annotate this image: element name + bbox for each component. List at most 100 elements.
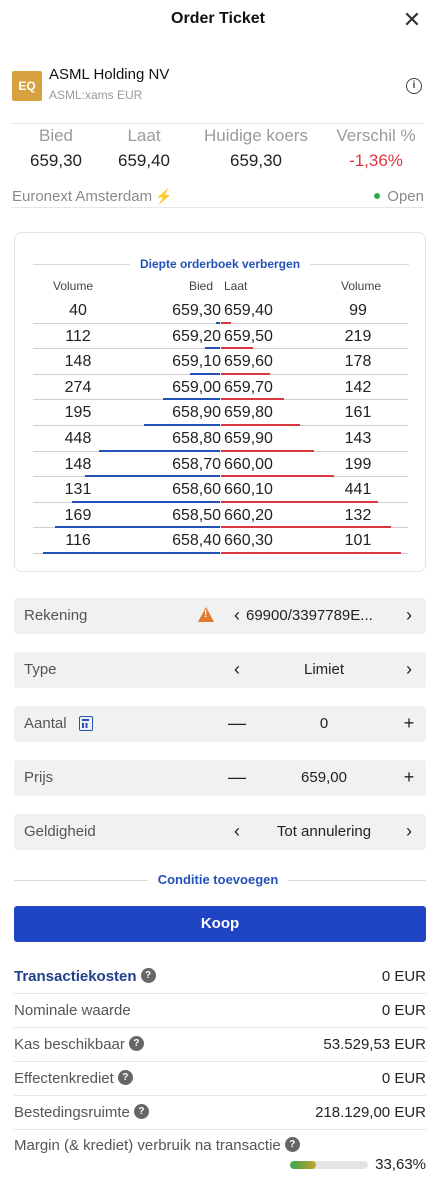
ask-price: 659,70 [224, 378, 273, 396]
header: Order Ticket ✕ [0, 0, 436, 44]
ask-price: 659,90 [224, 429, 273, 447]
exchange-name: Euronext Amsterdam ⚡ [12, 188, 173, 205]
status-dot-icon [374, 193, 381, 200]
orderbook-row[interactable]: 169 658,50 660,20 132 [33, 503, 408, 529]
type-next-chevron-icon[interactable]: › [400, 658, 418, 680]
type-value: Limiet [303, 661, 344, 678]
quote-last-value: 659,30 [230, 151, 282, 170]
orderbook-row[interactable]: 148 659,10 659,60 178 [33, 349, 408, 375]
bid-price: 658,50 [172, 506, 221, 524]
col-ask: Laat [224, 279, 248, 293]
quote-ask: Laat 659,40 [108, 126, 180, 171]
quote-change-label: Verschil % [336, 126, 416, 145]
exchange-name-label: Euronext Amsterdam [12, 188, 153, 205]
ask-volume: 101 [344, 532, 372, 550]
account-value: 69900/3397789E... [246, 607, 373, 624]
type-row[interactable]: Type ‹ Limiet › [14, 652, 426, 688]
buy-button[interactable]: Koop [14, 906, 426, 942]
question-icon[interactable]: ? [140, 967, 156, 983]
validity-value: Tot annulering [276, 823, 372, 840]
orderbook-row[interactable]: 195 658,90 659,80 161 [33, 400, 408, 426]
add-condition-link[interactable]: Conditie toevoegen [147, 872, 289, 887]
quote-ask-label: Laat [127, 126, 161, 145]
summary-row-cash: Kas beschikbaar? 53.529,53 EUR [14, 1028, 426, 1062]
buying-power-label: Bestedingsruimte [14, 1104, 130, 1121]
ask-depth-bar [221, 551, 401, 554]
margin-usage-row: Margin (& krediet) verbruik na transacti… [14, 1134, 426, 1180]
price-minus-button[interactable]: — [228, 766, 246, 788]
hide-depth-link[interactable]: Diepte orderboek verbergen [129, 257, 311, 271]
quantity-input[interactable]: 0 [254, 715, 394, 732]
quantity-minus-button[interactable]: — [228, 712, 246, 734]
bid-price: 658,90 [172, 404, 221, 422]
bid-volume: 274 [64, 378, 92, 396]
nominal-value-value: 0 EUR [381, 1002, 426, 1019]
type-prev-chevron-icon[interactable]: ‹ [228, 658, 246, 680]
equity-badge: EQ [12, 71, 42, 101]
validity-prev-chevron-icon[interactable]: ‹ [228, 820, 246, 842]
quote-last-label: Huidige koers [204, 126, 308, 145]
validity-row[interactable]: Geldigheid ‹ Tot annulering › [14, 814, 426, 850]
bid-price: 658,60 [172, 481, 221, 499]
account-label: Rekening [24, 607, 88, 624]
quantity-plus-button[interactable]: + [400, 712, 418, 734]
transaction-costs-link[interactable]: Transactiekosten? [14, 967, 156, 985]
orderbook-row[interactable]: 40 659,30 659,40 99 [33, 298, 408, 324]
orderbook-header: Volume Bied Laat Volume [15, 279, 427, 295]
warning-icon [198, 607, 214, 622]
ask-price: 660,10 [224, 481, 273, 499]
ask-price: 659,40 [224, 302, 273, 319]
ask-volume: 161 [344, 404, 372, 422]
price-input[interactable]: 659,00 [254, 769, 394, 786]
orderbook-row[interactable]: 148 658,70 660,00 199 [33, 452, 408, 478]
realtime-bolt-icon: ⚡ [155, 188, 173, 204]
orderbook-row[interactable]: 131 658,60 660,10 441 [33, 477, 408, 503]
bid-price: 659,30 [172, 302, 221, 319]
account-row[interactable]: Rekening ‹ 69900/3397789E... › [14, 598, 426, 634]
buying-power: Bestedingsruimte? [14, 1103, 149, 1121]
price-plus-button[interactable]: + [400, 766, 418, 788]
bid-volume: 169 [64, 506, 92, 524]
securities-credit-value: 0 EUR [381, 1070, 426, 1087]
bid-volume: 40 [69, 302, 87, 319]
orderbook-row[interactable]: 116 658,40 660,30 101 [33, 528, 408, 554]
question-icon[interactable]: ? [133, 1103, 149, 1119]
question-icon[interactable]: ? [117, 1069, 133, 1085]
price-row: Prijs — 659,00 + [14, 760, 426, 796]
ask-price: 659,60 [224, 353, 273, 371]
orderbook-row[interactable]: 274 659,00 659,70 142 [33, 375, 408, 401]
orderbook-row[interactable]: 112 659,20 659,50 219 [33, 324, 408, 350]
quote-ask-value: 659,40 [118, 151, 170, 170]
bid-volume: 148 [64, 353, 92, 371]
summary-row-nominal: Nominale waarde 0 EUR [14, 994, 426, 1028]
ask-price: 659,50 [224, 327, 273, 345]
price-label: Prijs [24, 769, 54, 786]
ask-price: 660,20 [224, 506, 273, 524]
quantity-row: Aantal — 0 + [14, 706, 426, 742]
info-icon[interactable]: i [406, 78, 422, 94]
col-volume-bid: Volume [53, 279, 94, 293]
bid-volume: 195 [64, 404, 92, 422]
instrument-name: ASML Holding NV [49, 66, 170, 83]
buying-power-value: 218.129,00 EUR [315, 1104, 426, 1121]
close-icon[interactable]: ✕ [400, 8, 424, 32]
margin-usage-bar [290, 1161, 368, 1169]
margin-usage-fill [290, 1161, 317, 1169]
summary-row-costs: Transactiekosten? 0 EUR [14, 960, 426, 994]
cash-available-value: 53.529,53 EUR [323, 1036, 426, 1053]
bid-volume: 448 [64, 429, 92, 447]
orderbook-row[interactable]: 448 658,80 659,90 143 [33, 426, 408, 452]
ask-volume: 142 [344, 378, 372, 396]
nominal-value-label: Nominale waarde [14, 1002, 131, 1019]
question-icon[interactable]: ? [128, 1035, 144, 1051]
calculator-icon[interactable] [79, 716, 93, 731]
validity-next-chevron-icon[interactable]: › [400, 820, 418, 842]
divider [12, 123, 424, 124]
ask-volume: 219 [344, 327, 372, 345]
bid-price: 658,80 [172, 429, 221, 447]
account-prev-chevron-icon[interactable]: ‹ [228, 604, 246, 626]
bid-depth-bar [43, 551, 220, 554]
question-icon[interactable]: ? [284, 1136, 300, 1152]
securities-credit: Effectenkrediet? [14, 1069, 133, 1087]
account-next-chevron-icon[interactable]: › [400, 604, 418, 626]
